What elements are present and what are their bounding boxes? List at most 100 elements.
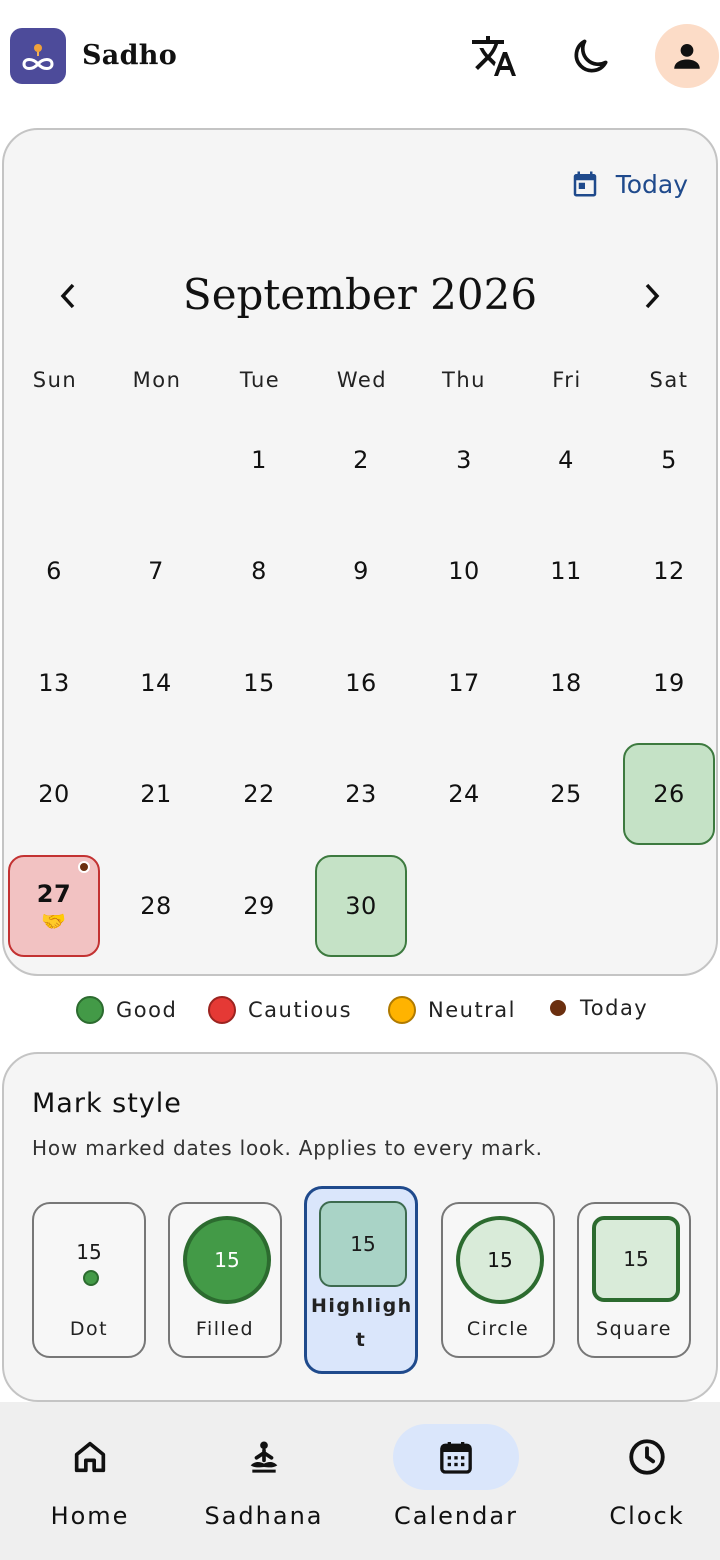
mark-style-title: Mark style — [32, 1088, 182, 1119]
mark-style-highlight-option[interactable]: 15 Highligh t — [304, 1186, 418, 1374]
nav-sadhana-label: Sadhana — [204, 1502, 324, 1530]
day-cell[interactable]: 23 — [315, 743, 407, 845]
mark-style-subtitle: How marked dates look. Applies to every … — [32, 1136, 543, 1160]
day-cell[interactable]: 3 — [418, 409, 510, 511]
today-dot-indicator — [78, 861, 90, 873]
preview-day: 15 — [76, 1240, 102, 1264]
translate-button[interactable] — [462, 24, 526, 88]
month-title: September 2026 — [182, 270, 538, 319]
today-button[interactable]: Today — [570, 168, 688, 200]
weekday-label: Fri — [552, 368, 582, 392]
legend-today: Today — [548, 996, 648, 1020]
mark-style-filled-option[interactable]: 15 Filled — [168, 1202, 282, 1358]
preview-highlight-square: 15 — [319, 1201, 407, 1287]
day-cell[interactable]: 21 — [110, 743, 202, 845]
day-cell[interactable]: 20 — [8, 743, 100, 845]
today-swatch-icon — [550, 1000, 566, 1016]
clock-icon — [584, 1424, 710, 1490]
day-cell[interactable]: 6 — [8, 520, 100, 622]
mark-style-dot-option[interactable]: 15 Dot — [32, 1202, 146, 1358]
day-cell[interactable]: 1 — [213, 409, 305, 511]
day-cell-good[interactable]: 26 — [623, 743, 715, 845]
calendar-card: Today September 2026 Sun Mon Tue Wed Thu… — [2, 128, 718, 976]
mark-style-square-option[interactable]: 15 Square — [577, 1202, 691, 1358]
chevron-right-icon — [645, 283, 660, 309]
meditation-icon — [201, 1424, 327, 1490]
calendar-today-icon — [573, 171, 596, 197]
day-cell[interactable]: 12 — [623, 520, 715, 622]
legend-good: Good — [76, 996, 177, 1024]
day-cell[interactable]: 19 — [623, 632, 715, 734]
legend-today-label: Today — [580, 996, 649, 1020]
day-cell[interactable]: 15 — [213, 632, 305, 734]
calendar-icon — [393, 1424, 519, 1490]
dark-mode-button[interactable] — [559, 24, 623, 88]
weekday-label: Tue — [239, 368, 281, 392]
day-cell[interactable]: 22 — [213, 743, 305, 845]
option-label: Dot — [69, 1318, 109, 1340]
home-icon — [27, 1424, 153, 1490]
nav-home[interactable]: Home — [0, 1402, 180, 1560]
day-cell[interactable]: 24 — [418, 743, 510, 845]
nav-calendar-label: Calendar — [394, 1502, 518, 1530]
app-logo — [10, 28, 66, 84]
option-label: Filled — [195, 1318, 255, 1340]
day-cell[interactable]: 10 — [418, 520, 510, 622]
preview-square: 15 — [592, 1216, 680, 1302]
legend: Good Cautious Neutral Today — [0, 996, 720, 1030]
nav-clock-label: Clock — [609, 1502, 685, 1530]
day-cell-today-cautious[interactable]: 27 🤝 — [8, 855, 100, 957]
preview-filled-circle: 15 — [183, 1216, 271, 1304]
legend-neutral-label: Neutral — [428, 998, 517, 1022]
day-cell[interactable]: 8 — [213, 520, 305, 622]
handshake-icon: 🤝 — [41, 909, 67, 933]
preview-day: 15 — [214, 1248, 240, 1272]
weekday-label: Thu — [442, 368, 486, 392]
legend-cautious: Cautious — [208, 996, 352, 1024]
preview-day: 15 — [623, 1247, 649, 1271]
cautious-swatch-icon — [208, 996, 236, 1024]
nav-home-label: Home — [50, 1502, 130, 1530]
day-cell[interactable]: 14 — [110, 632, 202, 734]
day-cell[interactable]: 28 — [110, 855, 202, 957]
mark-style-circle-option[interactable]: 15 Circle — [441, 1202, 555, 1358]
option-label: Highligh t — [311, 1295, 413, 1351]
legend-neutral: Neutral — [388, 996, 516, 1024]
person-icon — [674, 43, 700, 69]
profile-button[interactable] — [655, 24, 719, 88]
legend-cautious-label: Cautious — [248, 998, 353, 1022]
preview-day: 15 — [487, 1248, 513, 1272]
day-cell[interactable]: 25 — [520, 743, 612, 845]
day-cell[interactable]: 16 — [315, 632, 407, 734]
nav-clock[interactable]: Clock — [557, 1402, 720, 1560]
option-label: Square — [596, 1318, 672, 1340]
moon-icon — [574, 39, 608, 73]
preview-day: 15 — [350, 1232, 376, 1256]
today-button-label: Today — [615, 169, 688, 199]
weekday-label: Sun — [32, 368, 78, 392]
neutral-swatch-icon — [388, 996, 416, 1024]
weekday-label: Mon — [132, 368, 182, 392]
day-cell[interactable]: 13 — [8, 632, 100, 734]
day-number: 27 — [36, 880, 72, 908]
day-cell[interactable]: 17 — [418, 632, 510, 734]
day-cell[interactable]: 7 — [110, 520, 202, 622]
legend-good-label: Good — [116, 998, 178, 1022]
day-cell[interactable]: 2 — [315, 409, 407, 511]
good-swatch-icon — [76, 996, 104, 1024]
app-title: Sadho — [82, 40, 178, 71]
mark-style-card: Mark style How marked dates look. Applie… — [2, 1052, 718, 1402]
next-month-button[interactable] — [632, 276, 672, 316]
day-cell[interactable]: 5 — [623, 409, 715, 511]
nav-calendar[interactable]: Calendar — [366, 1402, 546, 1560]
day-cell[interactable]: 11 — [520, 520, 612, 622]
translate-icon — [472, 36, 516, 76]
nav-sadhana[interactable]: Sadhana — [174, 1402, 354, 1560]
day-cell[interactable]: 29 — [213, 855, 305, 957]
option-label: Circle — [466, 1318, 530, 1340]
day-cell[interactable]: 9 — [315, 520, 407, 622]
preview-dot-icon — [83, 1270, 99, 1286]
day-cell[interactable]: 4 — [520, 409, 612, 511]
day-cell[interactable]: 18 — [520, 632, 612, 734]
day-cell-good[interactable]: 30 — [315, 855, 407, 957]
